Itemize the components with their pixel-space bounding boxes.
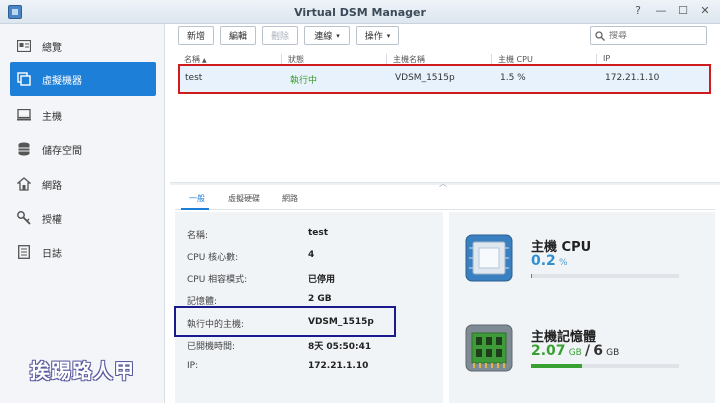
sidebar-item-log[interactable]: 日誌 [10,235,156,269]
highlight-box-vm-row [178,64,711,94]
sidebar-item-virtual-machines[interactable]: 虛擬機器 [10,62,156,96]
column-header-ip[interactable]: IP [603,54,610,63]
license-key-icon [16,211,32,225]
sidebar: 總覽 虛擬機器 主機 儲存空間 網路 授權 日誌 [0,24,165,403]
title-bar: Virtual DSM Manager ? — ☐ ✕ [0,0,720,24]
chevron-down-icon: ▾ [336,31,340,40]
sidebar-item-license[interactable]: 授權 [10,201,156,235]
tab-network[interactable]: 網路 [282,193,298,204]
search-input[interactable] [609,30,699,41]
sidebar-item-label: 網路 [42,180,62,192]
sidebar-item-network[interactable]: 網路 [10,167,156,201]
host-memory-bar [531,364,679,368]
watermark: 挨踢路人甲 [30,359,135,383]
sidebar-item-label: 授權 [42,214,62,226]
edit-button[interactable]: 編輯 [220,26,256,45]
delete-button[interactable]: 刪除 [262,26,298,45]
host-cpu-value: 0.2 % [531,253,568,269]
sidebar-item-host[interactable]: 主機 [10,98,156,132]
detail-label: 名稱: [187,231,209,241]
add-button[interactable]: 新增 [178,26,214,45]
detail-value: 8天 05:50:41 [308,342,372,352]
sidebar-item-label: 日誌 [42,248,62,260]
chevron-down-icon: ▾ [386,31,391,40]
minimize-button[interactable]: — [653,4,669,17]
sidebar-item-label: 儲存空間 [42,145,82,157]
tab-general[interactable]: 一般 [189,193,205,204]
sidebar-item-label: 虛擬機器 [42,75,82,87]
connect-label: 連線 [314,32,333,42]
detail-tabs: 一般 虛擬硬碟 網路 [175,186,715,210]
sidebar-item-storage[interactable]: 儲存空間 [10,132,156,166]
host-icon [16,108,32,122]
detail-label: IP: [187,361,199,371]
host-cpu-bar [531,274,679,278]
panel-splitter[interactable]: ︿ [170,179,720,188]
vm-icon [16,72,32,86]
detail-value: 已停用 [308,275,336,285]
detail-label: 已開機時間: [187,342,236,352]
overview-icon [16,39,32,53]
detail-value: 172.21.1.10 [308,361,369,371]
sidebar-item-overview[interactable]: 總覽 [10,29,156,63]
toolbar: 新增 編輯 刪除 連線 ▾ 操作 ▾ [170,24,720,50]
maximize-button[interactable]: ☐ [675,4,691,17]
search-icon [595,30,605,41]
active-tab-indicator [181,208,209,210]
storage-icon [16,142,32,156]
log-icon [16,245,32,259]
connect-dropdown[interactable]: 連線 ▾ [304,26,350,45]
action-label: 操作 [364,32,383,42]
host-memory-value: 2.07 GB / 6 GB [531,343,620,359]
detail-value: 2 GB [308,294,332,304]
action-dropdown[interactable]: 操作 ▾ [356,26,399,45]
host-memory-bar-fill [531,364,583,368]
sort-asc-icon: ▲ [202,57,207,64]
host-cpu-bar-fill [531,274,533,278]
detail-value: 4 [308,250,315,260]
host-resource-panel: 主機 CPU 0.2 % 主機記憶體 2.07 GB / 6 GB [449,212,715,403]
sidebar-item-label: 主機 [42,111,62,123]
detail-value: test [308,228,329,238]
detail-label: CPU 相容模式: [187,275,248,285]
network-icon [16,177,32,191]
help-button[interactable]: ? [630,4,646,17]
memory-module-icon [465,324,513,372]
cpu-chip-icon [465,234,513,282]
tab-virtual-disk[interactable]: 虛擬硬碟 [228,193,260,204]
sidebar-item-label: 總覽 [42,42,62,54]
close-button[interactable]: ✕ [697,4,713,17]
search-box[interactable] [590,26,707,45]
detail-label: CPU 核心數: [187,253,239,263]
highlight-box-running-host [174,306,396,337]
window-title: Virtual DSM Manager [294,6,426,19]
